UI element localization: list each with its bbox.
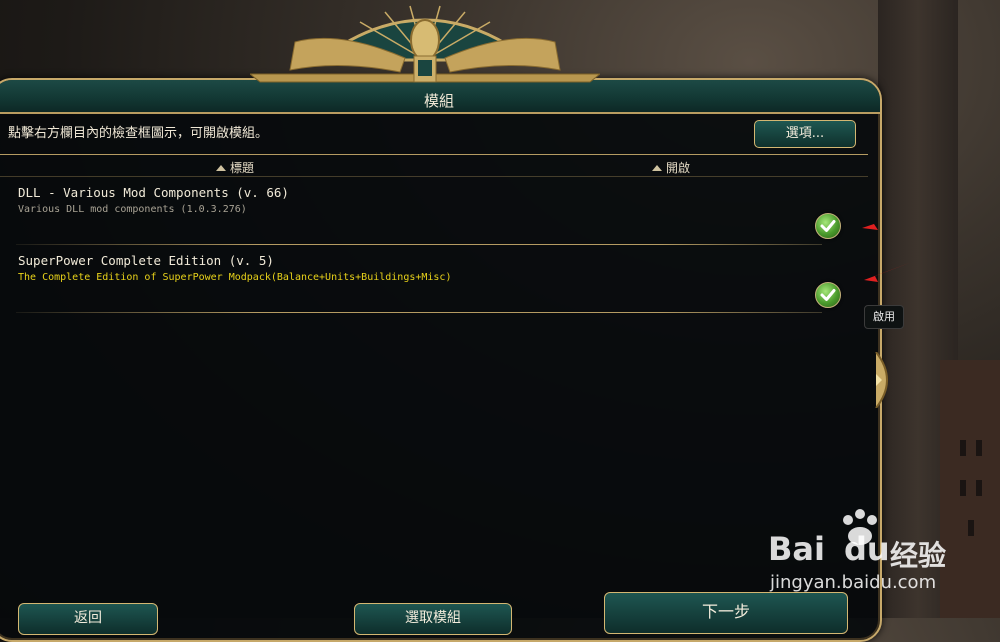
watermark-cn: 经验 xyxy=(890,539,947,572)
column-header-enabled[interactable]: 開啟 xyxy=(652,159,690,176)
tooltip: 啟用 xyxy=(864,305,904,329)
divider xyxy=(16,244,822,245)
mods-dialog xyxy=(0,78,882,642)
annotation-arrow-icon xyxy=(862,210,916,230)
next-step-button[interactable]: 下一步 xyxy=(604,592,848,634)
select-mods-button[interactable]: 選取模組 xyxy=(354,603,512,635)
mod-description: The Complete Edition of SuperPower Modpa… xyxy=(18,272,452,283)
checkmark-icon xyxy=(820,289,836,301)
divider xyxy=(0,154,868,155)
enable-checkbox[interactable] xyxy=(815,282,841,308)
dialog-title: 模組 xyxy=(423,92,454,110)
mod-description: Various DLL mod components (1.0.3.276) xyxy=(18,204,247,215)
ornamental-crest xyxy=(250,5,600,83)
watermark-brand-suffix: du xyxy=(844,530,890,568)
divider xyxy=(16,312,822,313)
mod-name: SuperPower Complete Edition (v. 5) xyxy=(18,253,274,268)
mod-list-item[interactable]: SuperPower Complete Edition (v. 5) The C… xyxy=(18,253,848,283)
watermark-url: jingyan.baidu.com xyxy=(770,572,937,593)
mod-list-item[interactable]: DLL - Various Mod Components (v. 66) Var… xyxy=(18,185,848,215)
panel-side-knob xyxy=(875,352,888,408)
checkmark-icon xyxy=(820,220,836,232)
annotation-arrow-icon xyxy=(864,262,912,282)
column-header-title[interactable]: 標題 xyxy=(216,159,254,176)
baidu-watermark: Bai du 经验 jingyan.baidu.com xyxy=(768,508,978,598)
back-button[interactable]: 返回 xyxy=(18,603,158,635)
mod-name: DLL - Various Mod Components (v. 66) xyxy=(18,185,289,200)
sort-up-icon xyxy=(652,165,662,171)
watermark-brand: Bai xyxy=(768,530,825,568)
enable-checkbox[interactable] xyxy=(815,213,841,239)
sort-up-icon xyxy=(216,165,226,171)
instruction-text: 點擊右方欄目內的檢查框圖示，可開啟模組。 xyxy=(8,126,269,141)
divider xyxy=(0,176,868,177)
options-button[interactable]: 選項... xyxy=(754,120,856,148)
